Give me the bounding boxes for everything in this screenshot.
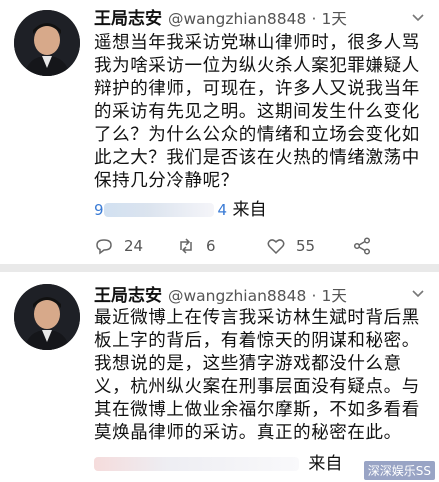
- redacted-source: [103, 203, 214, 217]
- author-handle[interactable]: @wangzhian8848: [168, 10, 306, 28]
- action-bar: 24 6 55: [94, 234, 394, 258]
- separator-dot: ·: [311, 287, 317, 305]
- post-card[interactable]: 王局志安 @wangzhian8848 · 1天 最近微博上在传言我采访林生斌时背…: [0, 272, 439, 482]
- source-mark: 4: [217, 201, 228, 219]
- watermark: 深深娱乐SS: [363, 461, 435, 480]
- chevron-down-icon[interactable]: [411, 286, 425, 300]
- separator-dot: ·: [311, 10, 317, 28]
- author-handle[interactable]: @wangzhian8848: [168, 287, 306, 305]
- source-prefix: 9: [94, 201, 104, 219]
- share-icon: [353, 237, 371, 255]
- avatar[interactable]: [14, 284, 80, 350]
- source-label: 来自: [232, 200, 267, 220]
- redacted-source: [94, 457, 299, 471]
- post-text: 最近微博上在传言我采访林生斌时背后黑板上字的背后，有着惊天的阴谋和秘密。我想说的…: [94, 308, 420, 443]
- avatar[interactable]: [14, 10, 80, 76]
- author-name[interactable]: 王局志安: [94, 9, 162, 29]
- reply-count: 24: [124, 237, 144, 255]
- post-header: 王局志安 @wangzhian8848 · 1天: [94, 7, 399, 31]
- avatar-image: [14, 10, 80, 76]
- retweet-count: 6: [206, 237, 216, 255]
- post-card[interactable]: 王局志安 @wangzhian8848 · 1天 遥想当年我采访党琳山律师时，很多…: [0, 0, 439, 264]
- share-button[interactable]: [352, 234, 372, 258]
- post-text: 遥想当年我采访党琳山律师时，很多人骂我为啥采访一位为纵火杀人案犯罪嫌疑人辩护的律…: [94, 33, 420, 191]
- chevron-down-icon[interactable]: [411, 10, 425, 24]
- post-header: 王局志安 @wangzhian8848 · 1天: [94, 284, 399, 308]
- post-time[interactable]: 1天: [322, 287, 347, 305]
- source-label: 来自: [308, 454, 343, 474]
- like-count: 55: [296, 237, 316, 255]
- retweet-button[interactable]: 6: [176, 234, 216, 258]
- avatar-image: [14, 284, 80, 350]
- post-time[interactable]: 1天: [322, 10, 347, 28]
- reply-icon: [96, 239, 112, 255]
- post-source: 来自: [94, 452, 342, 476]
- retweet-icon: [180, 238, 192, 254]
- like-button[interactable]: 55: [266, 234, 315, 258]
- heart-icon: [267, 239, 285, 255]
- author-name[interactable]: 王局志安: [94, 286, 162, 306]
- reply-button[interactable]: 24: [94, 234, 143, 258]
- post-source: 9 4 来自: [94, 198, 267, 222]
